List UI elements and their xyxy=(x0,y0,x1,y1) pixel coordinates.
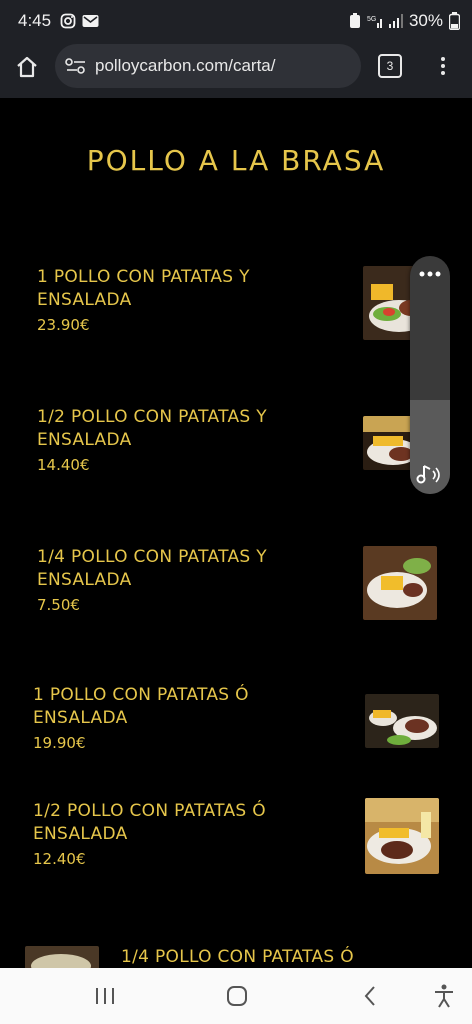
menu-item-name-line: 1/2 POLLO CON PATATAS Ó xyxy=(33,801,266,821)
status-time: 4:45 xyxy=(18,11,52,30)
menu-item-name-line: ENSALADA xyxy=(33,824,128,844)
menu-item-photo[interactable] xyxy=(363,546,437,620)
menu-item-name-line: ENSALADA xyxy=(33,708,128,728)
read-aloud-icon[interactable] xyxy=(410,462,450,488)
menu-item-price: 19.90€ xyxy=(33,734,86,752)
menu-item-name-line: 1 POLLO CON PATATAS Ó xyxy=(33,685,249,705)
menu-item-name: 1 POLLO CON PATATAS Ó ENSALADA xyxy=(33,684,249,730)
notification-icons xyxy=(60,13,99,29)
site-settings-icon[interactable] xyxy=(65,57,87,75)
accessibility-icon[interactable] xyxy=(433,984,455,1008)
menu-item-photo[interactable] xyxy=(365,798,439,874)
more-vert-icon[interactable] xyxy=(436,54,450,80)
menu-item-name-line: 1/2 POLLO CON PATATAS Y xyxy=(37,407,267,427)
menu-item-name: 1/4 POLLO CON PATATAS Ó xyxy=(121,946,354,968)
menu-item-name-line: ENSALADA xyxy=(37,570,132,590)
menu-item-photo[interactable] xyxy=(25,946,99,968)
menu-item-name-line: ENSALADA xyxy=(37,430,132,450)
mail-icon xyxy=(82,15,99,27)
battery-saver-icon xyxy=(349,13,360,28)
floating-media-control[interactable] xyxy=(410,256,450,494)
menu-page: POLLO A LA BRASA 1 POLLO CON PATATAS Y E… xyxy=(0,98,472,968)
menu-item[interactable]: 1 POLLO CON PATATAS Ó ENSALADA 19.90€ xyxy=(33,684,249,752)
url-text[interactable]: polloycarbon.com/carta/ xyxy=(95,56,275,76)
menu-item-price: 14.40€ xyxy=(37,456,90,474)
section-title: POLLO A LA BRASA xyxy=(86,144,386,177)
menu-item-name: 1 POLLO CON PATATAS Y ENSALADA xyxy=(37,266,250,312)
recents-icon[interactable] xyxy=(94,986,116,1006)
system-nav-bar xyxy=(0,968,472,1024)
status-bar: 4:45 5G 30% xyxy=(0,0,472,44)
menu-item-name-line: ENSALADA xyxy=(37,290,132,310)
menu-item-name-line: 1 POLLO CON PATATAS Y xyxy=(37,267,250,287)
menu-item-price: 23.90€ xyxy=(37,316,90,334)
battery-percent: 30% xyxy=(408,11,443,30)
menu-item-name-line: 1/4 POLLO CON PATATAS Y xyxy=(37,547,267,567)
5g-signal-icon: 5G xyxy=(367,16,382,28)
address-bar[interactable]: polloycarbon.com/carta/ xyxy=(55,44,361,88)
menu-item[interactable]: 1/4 POLLO CON PATATAS Ó xyxy=(121,946,354,968)
svg-text:5G: 5G xyxy=(367,16,376,23)
more-horiz-icon[interactable] xyxy=(410,264,450,284)
tabs-icon[interactable]: 3 xyxy=(378,54,402,78)
menu-item-name-line: 1/4 POLLO CON PATATAS Ó xyxy=(121,947,354,967)
menu-item[interactable]: 1/4 POLLO CON PATATAS Y ENSALADA 7.50€ xyxy=(37,546,267,614)
menu-item[interactable]: 1 POLLO CON PATATAS Y ENSALADA 23.90€ xyxy=(37,266,250,334)
menu-item-name: 1/2 POLLO CON PATATAS Y ENSALADA xyxy=(37,406,267,452)
menu-item-price: 12.40€ xyxy=(33,850,86,868)
browser-toolbar: polloycarbon.com/carta/ 3 xyxy=(0,44,472,98)
home-nav-icon[interactable] xyxy=(226,985,248,1007)
battery-icon xyxy=(449,12,460,30)
menu-item[interactable]: 1/2 POLLO CON PATATAS Y ENSALADA 14.40€ xyxy=(37,406,267,474)
menu-item-name: 1/2 POLLO CON PATATAS Ó ENSALADA xyxy=(33,800,266,846)
menu-item-price: 7.50€ xyxy=(37,596,80,614)
back-icon[interactable] xyxy=(362,985,378,1007)
system-status: 5G 30% xyxy=(349,11,460,31)
home-icon[interactable] xyxy=(14,54,40,80)
cell-signal-icon xyxy=(388,14,403,28)
menu-item[interactable]: 1/2 POLLO CON PATATAS Ó ENSALADA 12.40€ xyxy=(33,800,266,868)
menu-item-photo[interactable] xyxy=(365,694,439,748)
menu-item-name: 1/4 POLLO CON PATATAS Y ENSALADA xyxy=(37,546,267,592)
instagram-icon xyxy=(60,13,76,29)
